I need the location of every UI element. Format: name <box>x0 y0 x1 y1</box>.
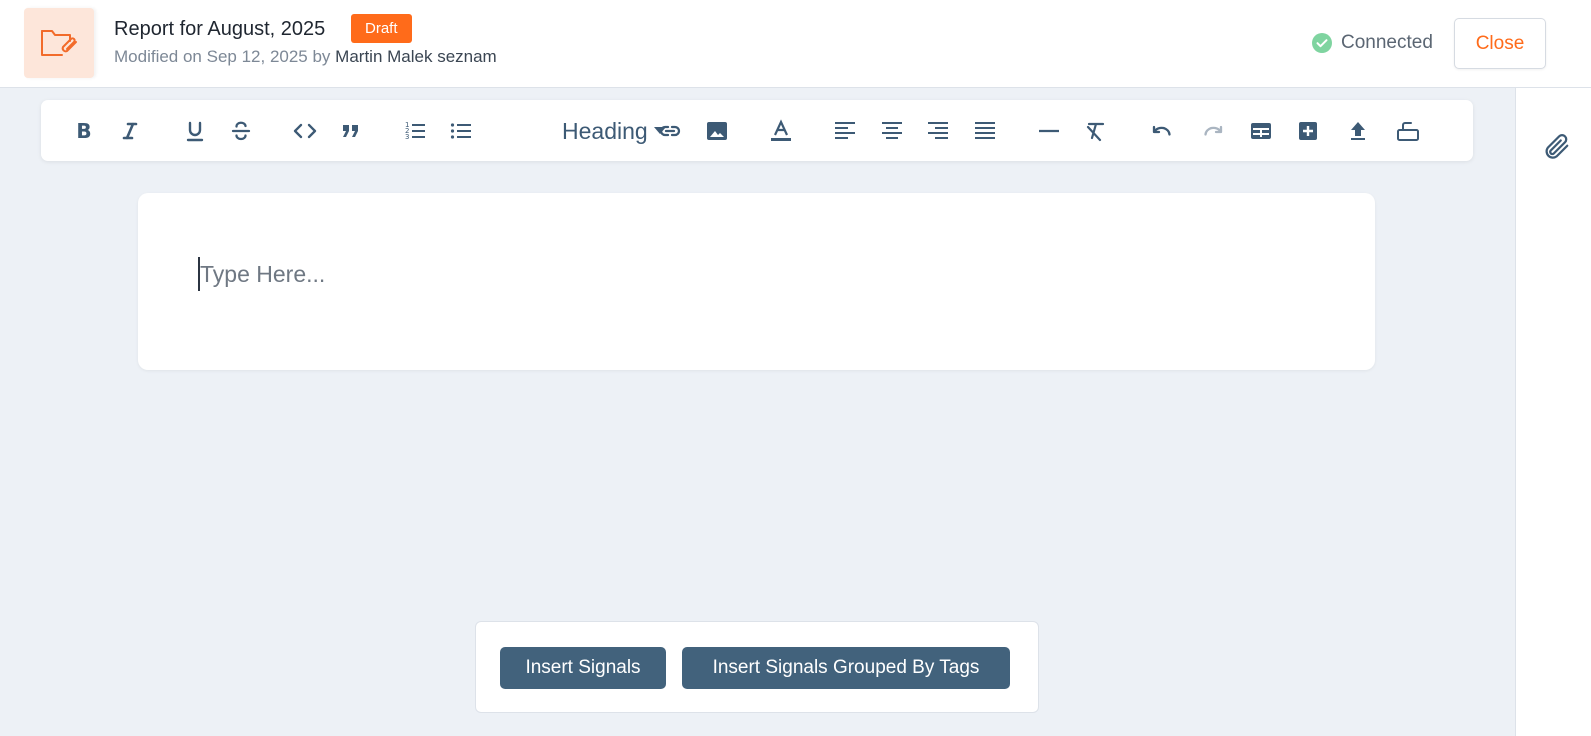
svg-text:3: 3 <box>405 133 409 141</box>
italic-icon[interactable] <box>115 116 145 146</box>
align-right-icon[interactable] <box>923 116 953 146</box>
close-button[interactable]: Close <box>1454 18 1546 69</box>
insert-block-icon[interactable] <box>1293 116 1323 146</box>
toggle-panel-icon[interactable] <box>1393 116 1423 146</box>
insert-signals-grouped-button[interactable]: Insert Signals Grouped By Tags <box>682 647 1010 689</box>
ordered-list-icon[interactable]: 123 <box>400 116 430 146</box>
right-side-panel <box>1515 88 1591 736</box>
underline-icon[interactable] <box>180 116 210 146</box>
svg-text:B: B <box>76 119 91 143</box>
connection-label: Connected <box>1341 32 1433 53</box>
link-icon[interactable] <box>655 116 685 146</box>
align-left-icon[interactable] <box>830 116 860 146</box>
align-center-icon[interactable] <box>877 116 907 146</box>
modified-prefix: Modified on Sep 12, 2025 by <box>114 47 331 66</box>
paperclip-icon[interactable] <box>1541 132 1571 167</box>
insert-signals-bar: Insert Signals Insert Signals Grouped By… <box>475 621 1039 713</box>
connection-status: Connected <box>1312 32 1433 54</box>
insert-signals-button[interactable]: Insert Signals <box>500 647 666 689</box>
code-icon[interactable] <box>290 116 320 146</box>
text-color-icon[interactable] <box>766 116 796 146</box>
folder-attachment-icon <box>24 8 94 78</box>
status-badge: Draft <box>351 14 412 43</box>
header-bar: Report for August, 2025 Draft Modified o… <box>0 0 1591 88</box>
author-name: Martin Malek seznam <box>335 47 497 66</box>
modified-info: Modified on Sep 12, 2025 by Martin Malek… <box>114 47 497 67</box>
check-circle-icon <box>1312 33 1332 53</box>
table-icon[interactable] <box>1246 116 1276 146</box>
strikethrough-icon[interactable] <box>226 116 256 146</box>
bold-icon[interactable]: B <box>69 116 99 146</box>
editor-area <box>138 193 1375 370</box>
heading-dropdown[interactable]: Heading <box>562 115 666 147</box>
blockquote-icon[interactable] <box>336 116 366 146</box>
report-title: Report for August, 2025 <box>114 18 326 40</box>
image-icon[interactable] <box>702 116 732 146</box>
undo-icon[interactable] <box>1147 116 1177 146</box>
editor-input[interactable] <box>198 257 1298 291</box>
clear-format-icon[interactable] <box>1081 116 1111 146</box>
horizontal-rule-icon[interactable] <box>1034 116 1064 146</box>
bullet-list-icon[interactable] <box>446 116 476 146</box>
formatting-toolbar: B 123 Heading <box>41 100 1473 161</box>
redo-icon[interactable] <box>1198 116 1228 146</box>
heading-label: Heading <box>562 117 648 144</box>
align-justify-icon[interactable] <box>970 116 1000 146</box>
upload-icon[interactable] <box>1343 116 1373 146</box>
